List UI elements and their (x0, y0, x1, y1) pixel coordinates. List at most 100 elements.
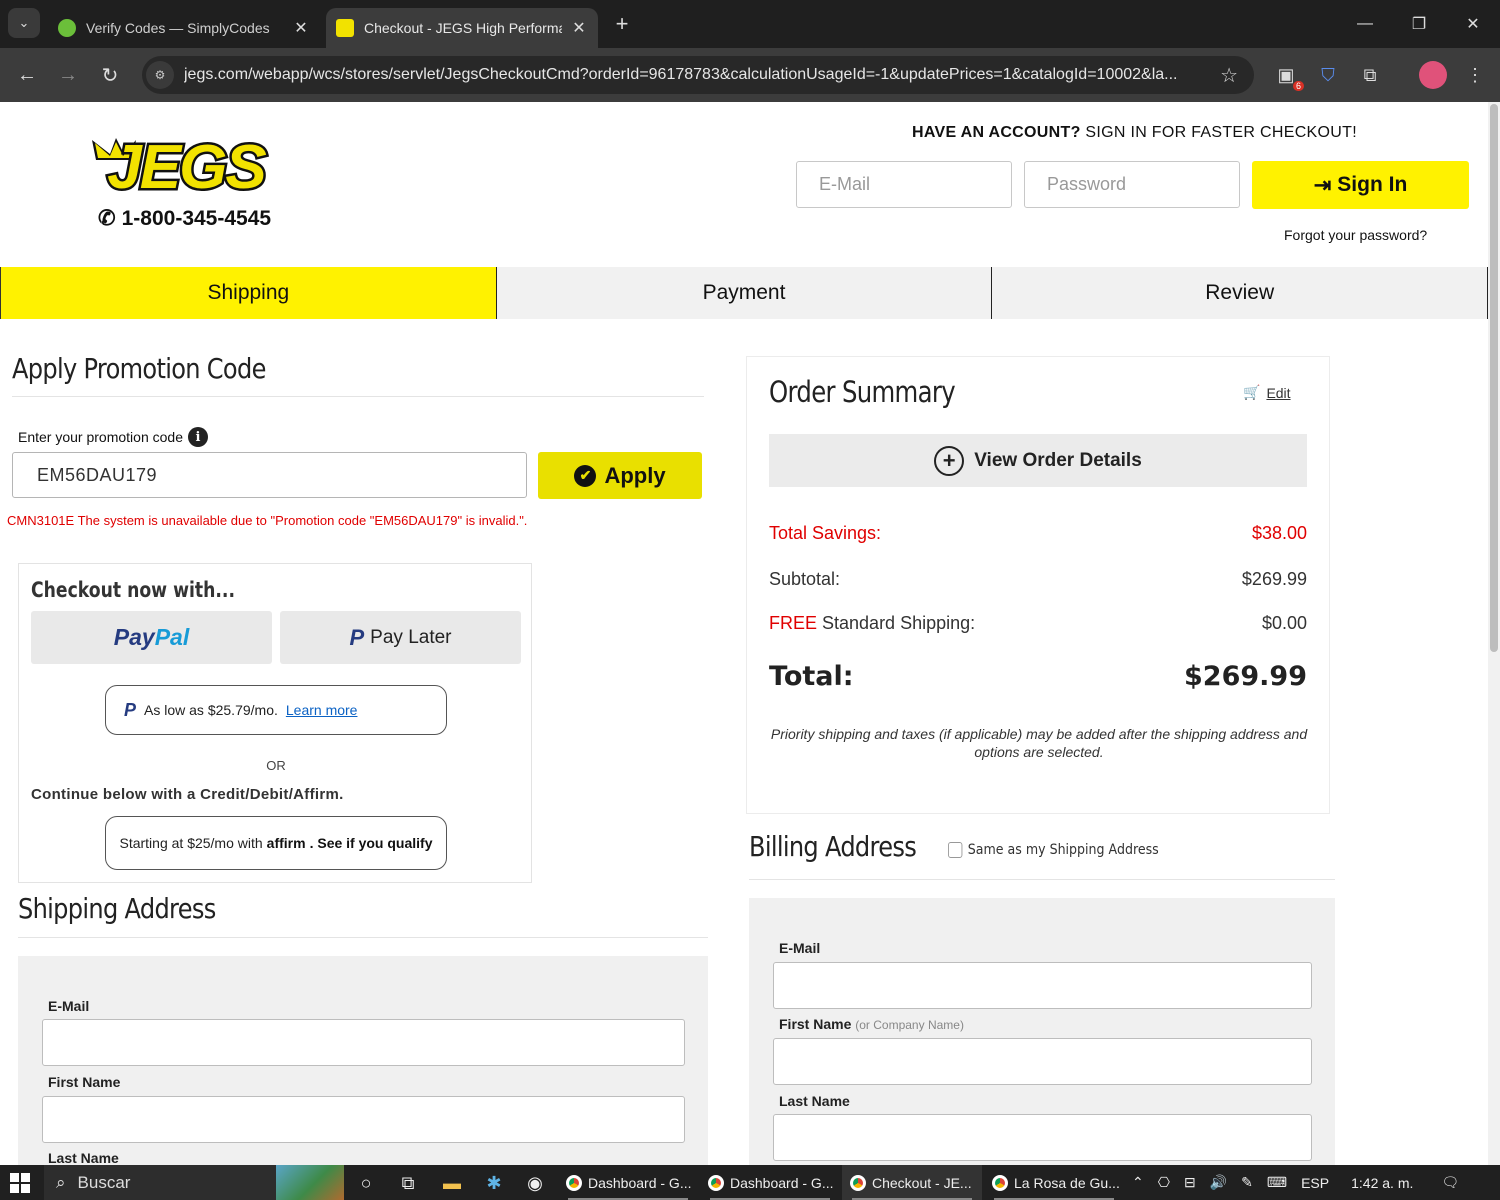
shipping-email-input[interactable] (42, 1019, 685, 1066)
meet-now-icon[interactable]: ⎔ (1158, 1174, 1170, 1191)
tab-search-button[interactable]: ⌄ (8, 8, 40, 38)
billing-last-name-input[interactable] (773, 1114, 1312, 1161)
affirm-suffix: . See if you qualify (309, 835, 433, 851)
search-label: Buscar (77, 1172, 131, 1192)
tab-simplycodes[interactable]: Verify Codes — SimplyCodes ✕ (48, 8, 320, 48)
order-summary-title: Order Summary (769, 375, 956, 409)
promo-code-input[interactable]: EM56DAU179 (12, 452, 527, 498)
profile-avatar[interactable] (1419, 61, 1447, 89)
view-order-details-button[interactable]: + View Order Details (769, 434, 1307, 487)
back-arrow-icon[interactable]: ← (12, 60, 42, 90)
phone-text: 1-800-345-4545 (121, 206, 272, 230)
billing-first-name-text: First Name (779, 1016, 852, 1032)
step-shipping[interactable]: Shipping (0, 267, 497, 319)
task-view-icon[interactable]: ⧉ (394, 1169, 422, 1197)
address-bar[interactable]: ⚙ jegs.com/webapp/wcs/stores/servlet/Jeg… (142, 56, 1254, 94)
close-icon[interactable]: ✕ (570, 18, 588, 38)
keyboard-icon[interactable]: ⌨ (1267, 1174, 1287, 1191)
reload-icon[interactable]: ↻ (95, 60, 125, 90)
taskbar-app-checkout[interactable]: Checkout - JE... (842, 1165, 982, 1200)
edit-label[interactable]: Edit (1266, 385, 1290, 401)
pen-icon[interactable]: ✎ (1241, 1174, 1253, 1191)
app-icon[interactable]: ✱ (480, 1169, 508, 1197)
sign-in-button[interactable]: ⇥ Sign In (1252, 161, 1469, 209)
info-icon[interactable]: i (187, 427, 208, 447)
extensions-puzzle-icon[interactable]: ⧉ (1356, 61, 1384, 89)
check-circle-icon: ✔ (574, 464, 597, 487)
paypal-financing-message: P As low as $25.79/mo. Learn more (105, 685, 447, 735)
same-as-shipping-checkbox[interactable] (948, 842, 963, 858)
jegs-logo[interactable]: JEGS (86, 130, 286, 196)
subtotal-value: $269.99 (1241, 569, 1307, 589)
shipping-cost-row: FREE Standard Shipping: $0.00 (769, 613, 1307, 634)
volume-icon[interactable]: 🔊 (1210, 1174, 1227, 1191)
affirm-logo: affirm (266, 835, 306, 851)
as-low-text: As low as $25.79/mo. (144, 702, 278, 718)
billing-last-name-label: Last Name (779, 1093, 850, 1109)
extension-badge: 6 (1292, 81, 1304, 91)
network-icon[interactable]: ⊟ (1184, 1174, 1196, 1191)
account-prompt-rest: SIGN IN FOR FASTER CHECKOUT! (1080, 124, 1357, 141)
restore-button[interactable]: ❐ (1392, 0, 1446, 48)
password-field[interactable]: Password (1024, 161, 1240, 208)
forward-arrow-icon[interactable]: → (53, 60, 83, 90)
minimize-button[interactable]: — (1338, 0, 1392, 48)
step-payment[interactable]: Payment (497, 267, 993, 319)
promo-label-text: Enter your promotion code (18, 429, 183, 445)
cortana-icon[interactable]: ○ (352, 1169, 380, 1197)
new-tab-button[interactable]: + (608, 10, 636, 38)
same-as-shipping-option[interactable]: Same as my Shipping Address (948, 842, 1159, 858)
page-scrollbar[interactable] (1488, 102, 1500, 1165)
scrollbar-thumb[interactable] (1490, 104, 1498, 652)
simplycodes-icon (58, 19, 76, 37)
paypal-logo: PayPal (114, 624, 189, 651)
page-content: JEGS ✆ 1-800-345-4545 HAVE AN ACCOUNT? S… (0, 102, 1500, 1165)
password-placeholder: Password (1047, 174, 1127, 194)
billing-first-name-input[interactable] (773, 1038, 1312, 1085)
notifications-icon[interactable]: 🗨 (1441, 1174, 1459, 1191)
affirm-prequalify-button[interactable]: Starting at $25/mo with affirm . See if … (105, 816, 447, 870)
phone-icon: ✆ (98, 207, 116, 230)
step-review[interactable]: Review (992, 267, 1489, 319)
sign-in-icon: ⇥ (1313, 173, 1332, 197)
phone-number[interactable]: ✆ 1-800-345-4545 (98, 206, 271, 231)
paypal-button[interactable]: PayPal (31, 611, 272, 664)
taskbar-search[interactable]: ⌕ Buscar (44, 1165, 344, 1200)
extension-icon[interactable]: ▣ 6 (1272, 61, 1304, 91)
billing-email-input[interactable] (773, 962, 1312, 1009)
forgot-password-link[interactable]: Forgot your password? (1284, 227, 1427, 243)
checkout-steps: Shipping Payment Review (0, 267, 1489, 319)
savings-value: $38.00 (1251, 523, 1307, 543)
chrome-icon (708, 1174, 724, 1191)
search-highlight-image (276, 1165, 344, 1200)
chrome-icon[interactable]: ◉ (521, 1169, 549, 1197)
promo-title: Apply Promotion Code (12, 352, 266, 385)
shipping-email-label: E-Mail (48, 998, 90, 1014)
tab-title: Checkout - JEGS High Performa (364, 20, 562, 36)
apply-button[interactable]: ✔ Apply (538, 452, 702, 499)
menu-kebab-icon[interactable]: ⋮ (1461, 61, 1489, 89)
windows-start-icon[interactable] (10, 1173, 30, 1193)
tab-jegs-checkout[interactable]: Checkout - JEGS High Performa ✕ (326, 8, 598, 48)
express-checkout-heading: Checkout now with... (31, 578, 236, 602)
file-explorer-icon[interactable]: ▬ (438, 1169, 466, 1197)
taskbar-app-la-rosa[interactable]: La Rosa de Gu... (984, 1165, 1124, 1200)
learn-more-link[interactable]: Learn more (286, 702, 358, 718)
email-field[interactable]: E-Mail (796, 161, 1012, 208)
bookmark-star-icon[interactable]: ☆ (1220, 63, 1238, 88)
taskbar-app-dashboard-2[interactable]: Dashboard - G... (700, 1165, 840, 1200)
language-indicator[interactable]: ESP (1301, 1175, 1329, 1191)
chrome-icon (850, 1174, 866, 1191)
close-window-button[interactable]: ✕ (1446, 0, 1500, 48)
shipping-first-name-input[interactable] (42, 1096, 685, 1143)
shield-extension-icon[interactable]: ⛉ (1314, 61, 1342, 89)
clock[interactable]: 1:42 a. m. (1351, 1175, 1413, 1191)
chevron-up-icon[interactable]: ⌃ (1132, 1174, 1144, 1191)
url-text[interactable]: jegs.com/webapp/wcs/stores/servlet/JegsC… (184, 66, 1199, 84)
paypal-pay-later-button[interactable]: P Pay Later (280, 611, 521, 664)
taskbar-app-dashboard-1[interactable]: Dashboard - G... (558, 1165, 698, 1200)
site-settings-icon[interactable]: ⚙ (146, 61, 174, 89)
edit-cart-link[interactable]: 🛒 Edit (1243, 384, 1291, 401)
jegs-icon (336, 19, 354, 37)
close-icon[interactable]: ✕ (292, 18, 310, 38)
